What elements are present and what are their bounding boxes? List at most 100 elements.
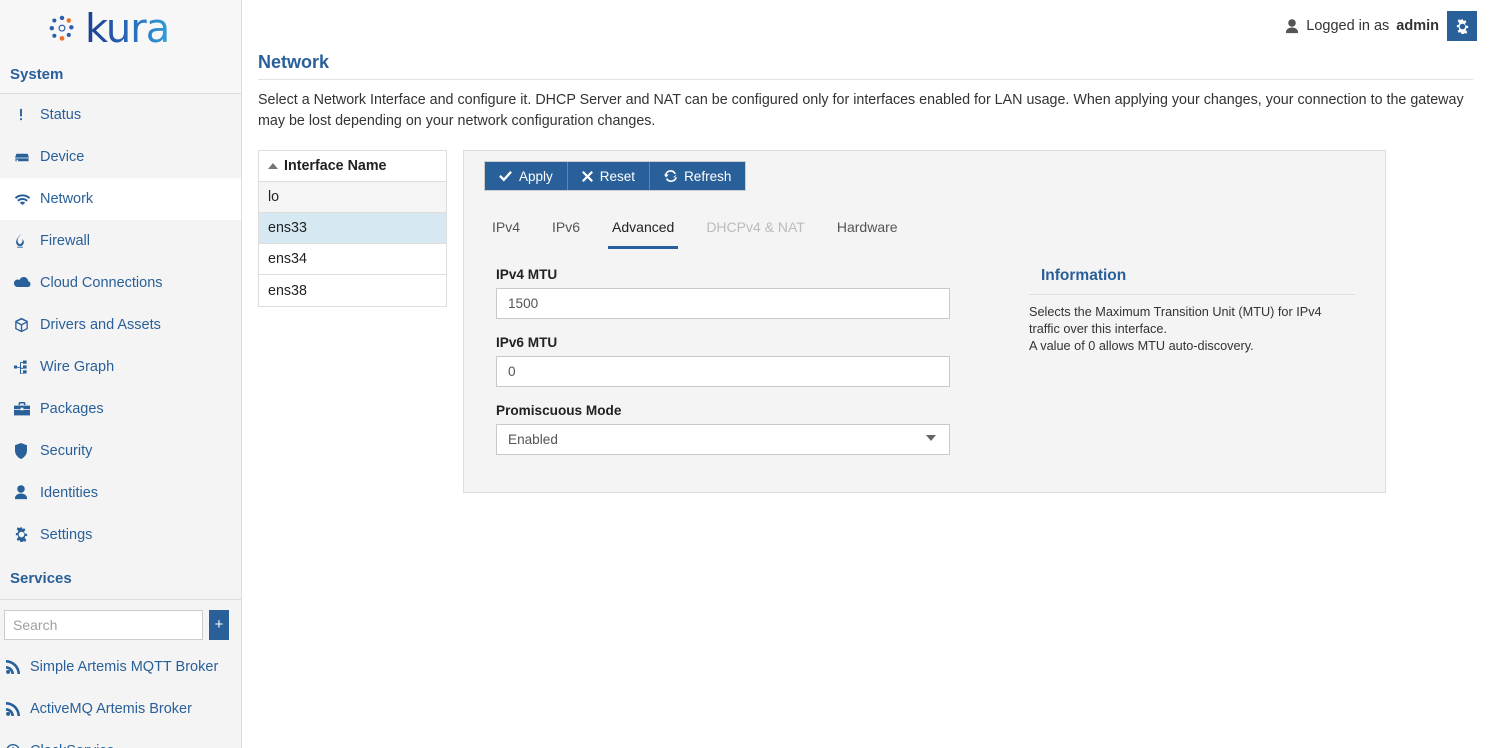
app-root: kura System Status Device Network Firewa… [0, 0, 1489, 748]
table-row[interactable]: lo [259, 182, 446, 213]
fire-icon [14, 233, 36, 248]
config-tabs: IPv4 IPv6 Advanced DHCPv4 & NAT Hardware [476, 213, 1385, 249]
information-line-1: Selects the Maximum Transition Unit (MTU… [1029, 305, 1322, 336]
sidebar-item-wire-graph[interactable]: Wire Graph [0, 346, 241, 388]
sidebar-item-status[interactable]: Status [0, 94, 241, 136]
tab-ipv6[interactable]: IPv6 [536, 213, 596, 249]
tab-ipv4[interactable]: IPv4 [476, 213, 536, 249]
check-icon [499, 170, 512, 181]
tab-hardware[interactable]: Hardware [821, 213, 914, 249]
ipv4-mtu-input[interactable] [496, 288, 950, 319]
service-item-simple-artemis-mqtt-broker[interactable]: Simple Artemis MQTT Broker [0, 646, 241, 688]
kura-logo-mark [49, 15, 74, 41]
exclamation-icon [14, 107, 36, 122]
services-list: Simple Artemis MQTT Broker ActiveMQ Arte… [0, 646, 241, 748]
username-label: admin [1396, 18, 1439, 34]
reset-button-label: Reset [599, 168, 636, 184]
logged-in-indicator: Logged in as admin [1285, 18, 1439, 34]
sidebar-item-label: Status [40, 106, 82, 123]
tab-advanced[interactable]: Advanced [596, 213, 690, 249]
network-workspace: Interface Name lo ens33 ens34 ens38 Appl… [242, 132, 1489, 493]
ipv6-mtu-input[interactable] [496, 356, 950, 387]
rss-icon [6, 660, 26, 674]
reset-button[interactable]: Reset [567, 162, 651, 190]
interface-config-panel: Apply Reset Refresh IPv4 IPv6 Advanced D… [463, 150, 1386, 493]
refresh-button[interactable]: Refresh [650, 162, 746, 190]
interface-name-column-header[interactable]: Interface Name [259, 151, 446, 182]
interface-name-cell: ens33 [268, 220, 307, 236]
advanced-form: IPv4 MTU IPv6 MTU Promiscuous Mode Enabl… [464, 249, 1385, 471]
sidebar-item-packages[interactable]: Packages [0, 388, 241, 430]
sidebar-item-identities[interactable]: Identities [0, 472, 241, 514]
service-item-label: ActiveMQ Artemis Broker [30, 701, 192, 717]
search-input[interactable] [4, 610, 203, 640]
wifi-icon [14, 192, 36, 206]
sidebar-item-security[interactable]: Security [0, 430, 241, 472]
cloud-icon [14, 276, 36, 289]
refresh-button-label: Refresh [684, 168, 732, 184]
sidebar-item-network[interactable]: Network [0, 178, 241, 220]
sidebar-item-label: Packages [40, 400, 104, 417]
page-title: Network [258, 52, 330, 72]
interface-name-cell: ens38 [268, 282, 307, 299]
sidebar-item-drivers-and-assets[interactable]: Drivers and Assets [0, 304, 241, 346]
apply-button-label: Apply [519, 168, 553, 184]
tab-dhcpv4-and-nat: DHCPv4 & NAT [690, 213, 821, 249]
tab-label: IPv4 [492, 219, 521, 235]
service-item-label: Simple Artemis MQTT Broker [30, 659, 219, 675]
ipv4-mtu-label: IPv4 MTU [496, 267, 558, 282]
close-icon [581, 170, 593, 182]
sidebar-item-label: Cloud Connections [40, 274, 163, 291]
promiscuous-mode-select[interactable]: Enabled Disabled System Default [496, 424, 950, 455]
sidebar-item-label: Settings [40, 526, 93, 543]
table-row[interactable]: ens33 [259, 213, 446, 244]
promiscuous-mode-label: Promiscuous Mode [496, 403, 622, 418]
service-item-activemq-artemis-broker[interactable]: ActiveMQ Artemis Broker [0, 688, 241, 730]
sidebar-item-label: Drivers and Assets [40, 316, 161, 333]
table-row[interactable]: ens34 [259, 244, 446, 275]
main-content: Logged in as admin Network Select a Netw… [242, 0, 1489, 748]
sidebar-item-label: Network [40, 190, 94, 207]
logged-in-text: Logged in as [1306, 18, 1390, 34]
clock-icon [6, 744, 26, 748]
hard-drive-icon [14, 149, 36, 164]
service-item-clockservice[interactable]: ClockService [0, 730, 241, 748]
service-search-row: + [0, 600, 241, 646]
add-service-button[interactable]: + [209, 610, 229, 640]
tab-label: Advanced [612, 219, 675, 235]
sort-ascending-icon [268, 163, 278, 169]
ipv6-mtu-label: IPv6 MTU [496, 335, 558, 350]
information-panel: Information Selects the Maximum Transiti… [1004, 267, 1385, 471]
sidebar-section-system: System [10, 66, 64, 83]
sidebar-item-cloud-connections[interactable]: Cloud Connections [0, 262, 241, 304]
information-title: Information [1041, 267, 1127, 284]
tab-label: Hardware [836, 219, 898, 235]
rss-icon [6, 702, 26, 716]
sidebar-section-services: Services [0, 556, 241, 600]
cube-icon [14, 317, 36, 333]
promiscuous-mode-wrap: Enabled Disabled System Default [496, 424, 950, 455]
sidebar-item-label: Security [40, 442, 93, 459]
interface-name-cell: ens34 [268, 251, 307, 267]
briefcase-icon [14, 401, 36, 416]
information-line-2: A value of 0 allows MTU auto-discovery. [1029, 339, 1254, 353]
column-header-label: Interface Name [284, 158, 387, 174]
apply-button[interactable]: Apply [485, 162, 568, 190]
tab-label: DHCPv4 & NAT [706, 219, 805, 235]
sitemap-icon [14, 360, 36, 374]
shield-icon [14, 442, 36, 459]
sidebar-nav: Status Device Network Firewall Cloud Con… [0, 94, 241, 556]
table-row[interactable]: ens38 [259, 275, 446, 306]
sidebar-item-device[interactable]: Device [0, 136, 241, 178]
top-bar: Logged in as admin [242, 0, 1489, 52]
sidebar-item-label: Identities [40, 484, 99, 501]
page-description: Select a Network Interface and configure… [258, 79, 1473, 132]
sidebar-item-settings[interactable]: Settings [0, 514, 241, 556]
sidebar-item-label: Firewall [40, 232, 90, 249]
sidebar-item-firewall[interactable]: Firewall [0, 220, 241, 262]
kura-logo: kura [45, 9, 170, 49]
gear-icon [14, 527, 36, 542]
settings-button[interactable] [1447, 11, 1477, 41]
interface-name-table: Interface Name lo ens33 ens34 ens38 [258, 150, 447, 307]
action-button-group: Apply Reset Refresh [484, 161, 747, 191]
